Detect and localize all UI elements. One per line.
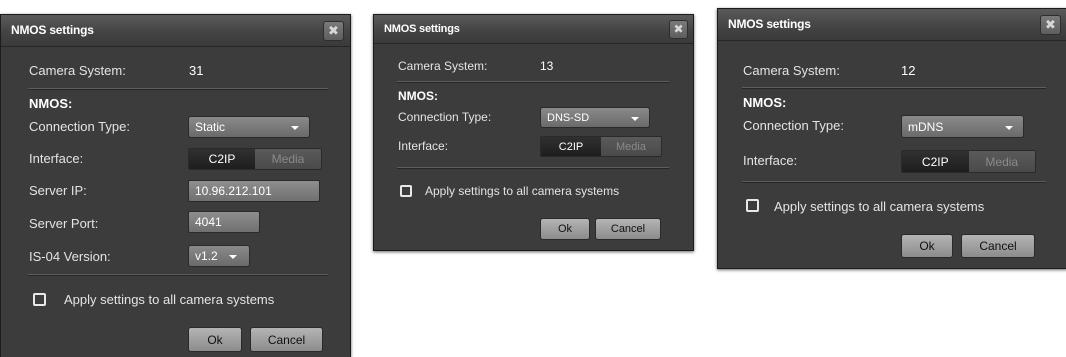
interface-toggle: C2IP Media <box>188 148 322 170</box>
close-icon: ✖ <box>673 22 684 36</box>
interface-toggle: C2IP Media <box>901 150 1036 173</box>
is04-version-value: v1.2 <box>195 249 218 263</box>
chevron-down-icon <box>291 126 299 130</box>
server-ip-value: 10.96.212.101 <box>195 184 272 198</box>
interface-label: Interface: <box>29 151 84 166</box>
connection-type-dropdown[interactable]: DNS-SD <box>540 107 650 128</box>
apply-all-label: Apply settings to all camera systems <box>64 292 275 307</box>
chevron-down-icon <box>631 116 639 121</box>
interface-option-c2ip[interactable]: C2IP <box>902 151 969 172</box>
connection-type-dropdown[interactable]: mDNS <box>901 115 1024 138</box>
chevron-down-icon <box>1005 125 1013 130</box>
interface-option-media[interactable]: Media <box>601 137 661 156</box>
camera-system-value: 13 <box>540 59 554 73</box>
cancel-button[interactable]: Cancel <box>961 234 1035 258</box>
interface-label: Interface: <box>743 153 798 168</box>
dialog-title: NMOS settings <box>11 23 94 37</box>
dialog-titlebar: NMOS settings ✖ <box>374 15 693 44</box>
connection-type-value: Static <box>195 120 226 134</box>
close-button[interactable]: ✖ <box>669 20 688 39</box>
ok-button[interactable]: Ok <box>901 234 953 258</box>
apply-all-checkbox[interactable] <box>400 185 412 197</box>
close-icon: ✖ <box>328 23 339 38</box>
dialog-titlebar: NMOS settings ✖ <box>1 15 350 47</box>
divider <box>742 87 1046 89</box>
camera-system-label: Camera System: <box>398 59 488 73</box>
camera-system-label: Camera System: <box>29 63 126 78</box>
interface-option-c2ip[interactable]: C2IP <box>189 149 255 169</box>
interface-option-c2ip[interactable]: C2IP <box>541 137 601 156</box>
dialog-title: NMOS settings <box>384 23 460 35</box>
chevron-down-icon <box>229 255 237 259</box>
connection-type-label: Connection Type: <box>29 119 130 134</box>
interface-label: Interface: <box>398 139 449 153</box>
connection-type-label: Connection Type: <box>743 118 844 133</box>
divider <box>28 274 328 276</box>
interface-toggle: C2IP Media <box>540 136 662 157</box>
server-port-label: Server Port: <box>29 216 99 231</box>
nmos-section-label: NMOS: <box>398 89 438 103</box>
camera-system-value: 12 <box>901 63 916 78</box>
nmos-section-label: NMOS: <box>743 95 787 110</box>
server-port-value: 4041 <box>195 215 222 229</box>
dialog-title: NMOS settings <box>728 17 811 31</box>
close-icon: ✖ <box>1045 17 1056 32</box>
nmos-section-label: NMOS: <box>29 96 73 111</box>
ok-button[interactable]: Ok <box>540 218 590 240</box>
dialog-titlebar: NMOS settings ✖ <box>718 9 1066 41</box>
close-button[interactable]: ✖ <box>1040 15 1061 35</box>
ok-button[interactable]: Ok <box>188 327 242 352</box>
cancel-button[interactable]: Cancel <box>595 218 661 240</box>
server-ip-field[interactable]: 10.96.212.101 <box>188 180 320 202</box>
close-button[interactable]: ✖ <box>323 21 344 41</box>
is04-version-label: IS-04 Version: <box>29 249 111 264</box>
connection-type-value: mDNS <box>908 119 944 134</box>
connection-type-dropdown[interactable]: Static <box>188 116 310 138</box>
nmos-settings-dialog-static: NMOS settings ✖ Camera System: 31 NMOS: … <box>0 14 351 357</box>
apply-all-label: Apply settings to all camera systems <box>425 184 620 198</box>
camera-system-label: Camera System: <box>743 63 840 78</box>
divider <box>397 167 669 169</box>
cancel-button[interactable]: Cancel <box>250 327 323 352</box>
interface-option-media[interactable]: Media <box>968 151 1035 172</box>
apply-all-label: Apply settings to all camera systems <box>774 199 985 214</box>
server-ip-label: Server IP: <box>29 183 87 198</box>
apply-all-checkbox[interactable] <box>746 199 759 212</box>
server-port-field[interactable]: 4041 <box>188 211 260 233</box>
camera-system-value: 31 <box>189 63 204 78</box>
divider <box>28 88 328 90</box>
divider <box>397 81 669 83</box>
connection-type-label: Connection Type: <box>398 110 492 124</box>
nmos-settings-dialog-dns-sd: NMOS settings ✖ Camera System: 13 NMOS: … <box>373 14 694 251</box>
is04-version-dropdown[interactable]: v1.2 <box>188 245 250 267</box>
divider <box>742 181 1046 183</box>
nmos-settings-dialog-mdns: NMOS settings ✖ Camera System: 12 NMOS: … <box>717 8 1066 269</box>
connection-type-value: DNS-SD <box>547 111 590 124</box>
interface-option-media[interactable]: Media <box>255 149 321 169</box>
apply-all-checkbox[interactable] <box>33 293 46 306</box>
